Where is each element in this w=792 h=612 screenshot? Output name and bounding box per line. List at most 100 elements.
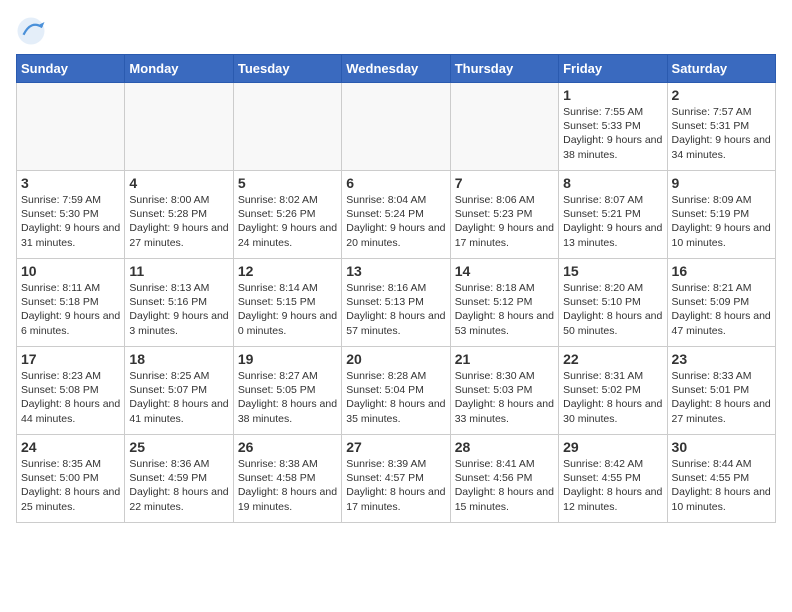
day-number: 6 [346, 175, 445, 191]
day-number: 2 [672, 87, 771, 103]
cell-content: Sunrise: 8:18 AM Sunset: 5:12 PM Dayligh… [455, 281, 554, 338]
cell-content: Sunrise: 8:09 AM Sunset: 5:19 PM Dayligh… [672, 193, 771, 250]
header-tuesday: Tuesday [233, 55, 341, 83]
cell-content: Sunrise: 8:00 AM Sunset: 5:28 PM Dayligh… [129, 193, 228, 250]
cell-content: Sunrise: 8:33 AM Sunset: 5:01 PM Dayligh… [672, 369, 771, 426]
calendar-cell: 23 Sunrise: 8:33 AM Sunset: 5:01 PM Dayl… [667, 347, 775, 435]
day-number: 24 [21, 439, 120, 455]
cell-content: Sunrise: 8:41 AM Sunset: 4:56 PM Dayligh… [455, 457, 554, 514]
calendar-cell: 30 Sunrise: 8:44 AM Sunset: 4:55 PM Dayl… [667, 435, 775, 523]
calendar-cell: 9 Sunrise: 8:09 AM Sunset: 5:19 PM Dayli… [667, 171, 775, 259]
calendar-cell: 4 Sunrise: 8:00 AM Sunset: 5:28 PM Dayli… [125, 171, 233, 259]
calendar-table: SundayMondayTuesdayWednesdayThursdayFrid… [16, 54, 776, 523]
calendar-cell: 25 Sunrise: 8:36 AM Sunset: 4:59 PM Dayl… [125, 435, 233, 523]
calendar-cell [342, 83, 450, 171]
day-number: 10 [21, 263, 120, 279]
cell-content: Sunrise: 8:39 AM Sunset: 4:57 PM Dayligh… [346, 457, 445, 514]
calendar-cell: 12 Sunrise: 8:14 AM Sunset: 5:15 PM Dayl… [233, 259, 341, 347]
day-number: 17 [21, 351, 120, 367]
day-number: 22 [563, 351, 662, 367]
day-number: 9 [672, 175, 771, 191]
cell-content: Sunrise: 8:42 AM Sunset: 4:55 PM Dayligh… [563, 457, 662, 514]
cell-content: Sunrise: 8:07 AM Sunset: 5:21 PM Dayligh… [563, 193, 662, 250]
calendar-cell: 2 Sunrise: 7:57 AM Sunset: 5:31 PM Dayli… [667, 83, 775, 171]
cell-content: Sunrise: 8:36 AM Sunset: 4:59 PM Dayligh… [129, 457, 228, 514]
calendar-cell: 27 Sunrise: 8:39 AM Sunset: 4:57 PM Dayl… [342, 435, 450, 523]
calendar-cell: 21 Sunrise: 8:30 AM Sunset: 5:03 PM Dayl… [450, 347, 558, 435]
calendar-cell: 18 Sunrise: 8:25 AM Sunset: 5:07 PM Dayl… [125, 347, 233, 435]
cell-content: Sunrise: 8:44 AM Sunset: 4:55 PM Dayligh… [672, 457, 771, 514]
day-number: 30 [672, 439, 771, 455]
calendar-cell: 17 Sunrise: 8:23 AM Sunset: 5:08 PM Dayl… [17, 347, 125, 435]
calendar-header-row: SundayMondayTuesdayWednesdayThursdayFrid… [17, 55, 776, 83]
cell-content: Sunrise: 8:11 AM Sunset: 5:18 PM Dayligh… [21, 281, 120, 338]
day-number: 1 [563, 87, 662, 103]
cell-content: Sunrise: 8:16 AM Sunset: 5:13 PM Dayligh… [346, 281, 445, 338]
calendar-cell: 14 Sunrise: 8:18 AM Sunset: 5:12 PM Dayl… [450, 259, 558, 347]
logo [16, 16, 50, 46]
calendar-week-2: 3 Sunrise: 7:59 AM Sunset: 5:30 PM Dayli… [17, 171, 776, 259]
header-monday: Monday [125, 55, 233, 83]
cell-content: Sunrise: 8:21 AM Sunset: 5:09 PM Dayligh… [672, 281, 771, 338]
day-number: 11 [129, 263, 228, 279]
calendar-week-3: 10 Sunrise: 8:11 AM Sunset: 5:18 PM Dayl… [17, 259, 776, 347]
header-sunday: Sunday [17, 55, 125, 83]
day-number: 25 [129, 439, 228, 455]
cell-content: Sunrise: 8:35 AM Sunset: 5:00 PM Dayligh… [21, 457, 120, 514]
day-number: 4 [129, 175, 228, 191]
calendar-cell: 7 Sunrise: 8:06 AM Sunset: 5:23 PM Dayli… [450, 171, 558, 259]
cell-content: Sunrise: 8:28 AM Sunset: 5:04 PM Dayligh… [346, 369, 445, 426]
day-number: 14 [455, 263, 554, 279]
calendar-cell [17, 83, 125, 171]
cell-content: Sunrise: 8:27 AM Sunset: 5:05 PM Dayligh… [238, 369, 337, 426]
cell-content: Sunrise: 8:31 AM Sunset: 5:02 PM Dayligh… [563, 369, 662, 426]
day-number: 21 [455, 351, 554, 367]
calendar-cell: 13 Sunrise: 8:16 AM Sunset: 5:13 PM Dayl… [342, 259, 450, 347]
calendar-cell: 10 Sunrise: 8:11 AM Sunset: 5:18 PM Dayl… [17, 259, 125, 347]
day-number: 8 [563, 175, 662, 191]
day-number: 5 [238, 175, 337, 191]
header-saturday: Saturday [667, 55, 775, 83]
logo-icon [16, 16, 46, 46]
header-friday: Friday [559, 55, 667, 83]
day-number: 28 [455, 439, 554, 455]
day-number: 19 [238, 351, 337, 367]
cell-content: Sunrise: 8:14 AM Sunset: 5:15 PM Dayligh… [238, 281, 337, 338]
calendar-cell: 20 Sunrise: 8:28 AM Sunset: 5:04 PM Dayl… [342, 347, 450, 435]
day-number: 7 [455, 175, 554, 191]
calendar-cell: 19 Sunrise: 8:27 AM Sunset: 5:05 PM Dayl… [233, 347, 341, 435]
calendar-cell [125, 83, 233, 171]
calendar-cell: 15 Sunrise: 8:20 AM Sunset: 5:10 PM Dayl… [559, 259, 667, 347]
day-number: 16 [672, 263, 771, 279]
header-thursday: Thursday [450, 55, 558, 83]
cell-content: Sunrise: 8:23 AM Sunset: 5:08 PM Dayligh… [21, 369, 120, 426]
calendar-cell: 8 Sunrise: 8:07 AM Sunset: 5:21 PM Dayli… [559, 171, 667, 259]
calendar-week-4: 17 Sunrise: 8:23 AM Sunset: 5:08 PM Dayl… [17, 347, 776, 435]
day-number: 29 [563, 439, 662, 455]
calendar-cell: 16 Sunrise: 8:21 AM Sunset: 5:09 PM Dayl… [667, 259, 775, 347]
cell-content: Sunrise: 7:55 AM Sunset: 5:33 PM Dayligh… [563, 105, 662, 162]
day-number: 3 [21, 175, 120, 191]
cell-content: Sunrise: 8:38 AM Sunset: 4:58 PM Dayligh… [238, 457, 337, 514]
calendar-cell [233, 83, 341, 171]
day-number: 12 [238, 263, 337, 279]
day-number: 20 [346, 351, 445, 367]
calendar-week-1: 1 Sunrise: 7:55 AM Sunset: 5:33 PM Dayli… [17, 83, 776, 171]
day-number: 13 [346, 263, 445, 279]
calendar-week-5: 24 Sunrise: 8:35 AM Sunset: 5:00 PM Dayl… [17, 435, 776, 523]
calendar-cell: 29 Sunrise: 8:42 AM Sunset: 4:55 PM Dayl… [559, 435, 667, 523]
cell-content: Sunrise: 8:02 AM Sunset: 5:26 PM Dayligh… [238, 193, 337, 250]
calendar-cell: 5 Sunrise: 8:02 AM Sunset: 5:26 PM Dayli… [233, 171, 341, 259]
calendar-cell: 6 Sunrise: 8:04 AM Sunset: 5:24 PM Dayli… [342, 171, 450, 259]
cell-content: Sunrise: 7:57 AM Sunset: 5:31 PM Dayligh… [672, 105, 771, 162]
calendar-cell [450, 83, 558, 171]
cell-content: Sunrise: 8:13 AM Sunset: 5:16 PM Dayligh… [129, 281, 228, 338]
header-wednesday: Wednesday [342, 55, 450, 83]
calendar-cell: 1 Sunrise: 7:55 AM Sunset: 5:33 PM Dayli… [559, 83, 667, 171]
day-number: 18 [129, 351, 228, 367]
cell-content: Sunrise: 8:30 AM Sunset: 5:03 PM Dayligh… [455, 369, 554, 426]
page-header [16, 16, 776, 46]
cell-content: Sunrise: 8:04 AM Sunset: 5:24 PM Dayligh… [346, 193, 445, 250]
cell-content: Sunrise: 8:20 AM Sunset: 5:10 PM Dayligh… [563, 281, 662, 338]
day-number: 27 [346, 439, 445, 455]
